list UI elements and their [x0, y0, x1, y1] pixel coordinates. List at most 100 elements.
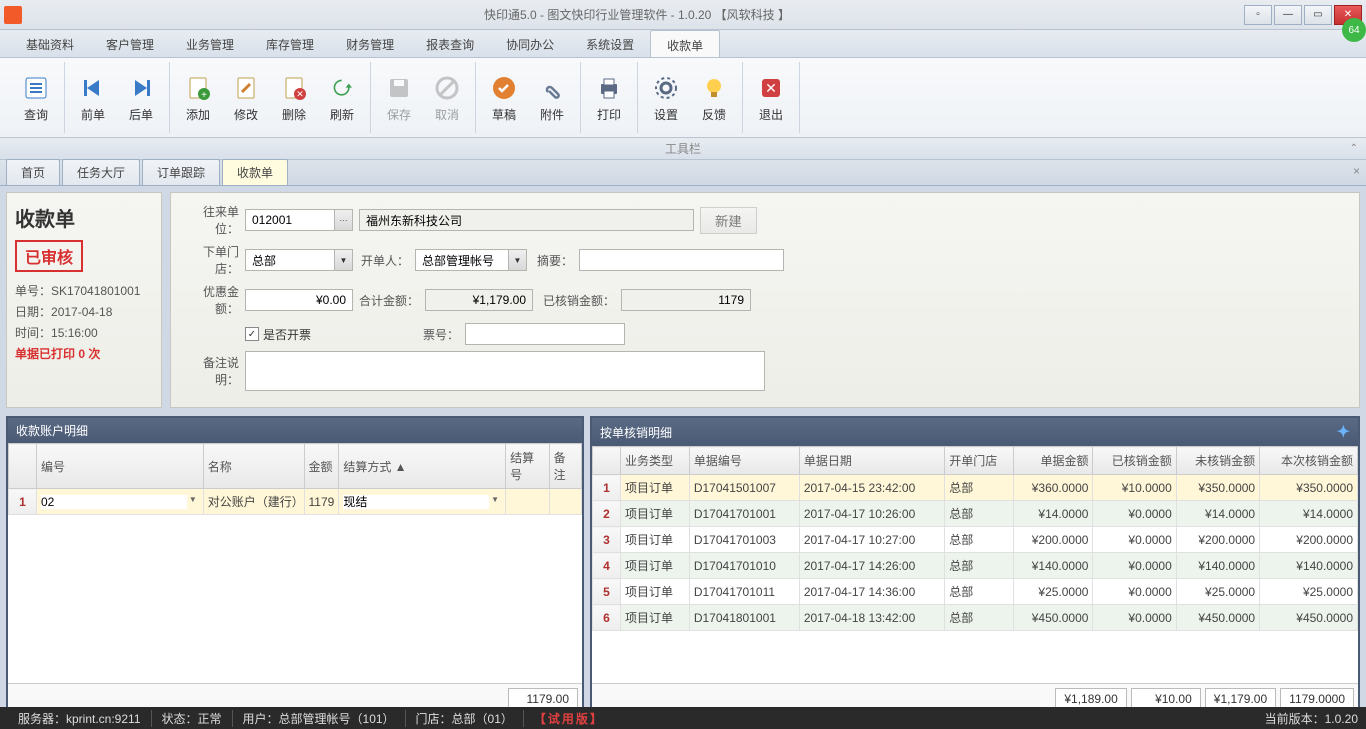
document-tabs: 首页任务大厅订单跟踪收款单 ×: [0, 160, 1366, 186]
store-select[interactable]: [245, 249, 335, 271]
total-label: 合计金额：: [359, 292, 419, 309]
verify-table[interactable]: 业务类型单据编号单据日期开单门店单据金额已核销金额未核销金额本次核销金额1项目订…: [592, 446, 1358, 631]
toolbar-附件-button[interactable]: 附件: [528, 62, 576, 133]
discount-input[interactable]: [245, 289, 353, 311]
add-row-icon[interactable]: ✦: [1337, 422, 1350, 442]
right-grid-title: 按单核销明细: [600, 424, 672, 441]
title-bar: 快印通5.0 - 图文快印行业管理软件 - 1.0.20 【风软科技 】 ▫ —…: [0, 0, 1366, 30]
invoice-no-input[interactable]: [465, 323, 625, 345]
summary-input[interactable]: [579, 249, 784, 271]
tab-收款单[interactable]: 收款单: [222, 159, 288, 185]
toolbar-草稿-button[interactable]: 草稿: [480, 62, 528, 133]
doc-meta-panel: 收款单 已审核 单号：SK17041801001 日期：2017-04-18 时…: [6, 192, 162, 408]
menu-业务管理[interactable]: 业务管理: [170, 30, 250, 57]
toolbar-退出-button[interactable]: ✕退出: [747, 62, 795, 133]
toolbar-后单-button[interactable]: 后单: [117, 62, 165, 133]
list-icon: [20, 72, 52, 104]
partner-code-input[interactable]: [245, 209, 335, 231]
toolbar-刷新-button[interactable]: 刷新: [318, 62, 366, 133]
invoice-no-label: 票号：: [317, 326, 459, 343]
partner-lookup-button[interactable]: ···: [335, 209, 353, 231]
account-table[interactable]: 编号名称金额结算方式 ▲结算号备注1▼对公账户（建行）1179▼: [8, 443, 582, 515]
table-row[interactable]: 3项目订单D170417010032017-04-17 10:27:00总部¥2…: [593, 527, 1358, 553]
status-server: 服务器：kprint.cn:9211: [8, 710, 152, 727]
tab-订单跟踪[interactable]: 订单跟踪: [142, 159, 220, 185]
table-row[interactable]: 1项目订单D170415010072017-04-15 23:42:00总部¥3…: [593, 475, 1358, 501]
corner-badge: 64: [1342, 18, 1366, 42]
chevron-down-icon[interactable]: ▼: [489, 495, 501, 509]
toolbar-保存-button: 保存: [375, 62, 423, 133]
next-icon: [125, 72, 157, 104]
form-panel: 往来单位： ··· 新建 下单门店： ▼ 开单人： ▼ 摘要： 优惠金额： 合计…: [170, 192, 1360, 408]
total-input: [425, 289, 533, 311]
gear-icon: [650, 72, 682, 104]
clip-icon: [536, 72, 568, 104]
toolbar-前单-button[interactable]: 前单: [69, 62, 117, 133]
svg-text:+: +: [201, 90, 207, 101]
maker-dropdown-icon[interactable]: ▼: [509, 249, 527, 271]
toolbar-反馈-button[interactable]: 反馈: [690, 62, 738, 133]
save-icon: [383, 72, 415, 104]
invoice-checkbox[interactable]: ✓ 是否开票: [245, 326, 311, 343]
status-store: 门店：总部（01）: [406, 710, 524, 727]
toolbar-修改-button[interactable]: 修改: [222, 62, 270, 133]
draft-icon: [488, 72, 520, 104]
toolbar-查询-button[interactable]: 查询: [12, 62, 60, 133]
tab-任务大厅[interactable]: 任务大厅: [62, 159, 140, 185]
store-dropdown-icon[interactable]: ▼: [335, 249, 353, 271]
svg-text:✕: ✕: [765, 80, 777, 96]
menu-库存管理[interactable]: 库存管理: [250, 30, 330, 57]
menu-系统设置[interactable]: 系统设置: [570, 30, 650, 57]
tab-首页[interactable]: 首页: [6, 159, 60, 185]
table-row[interactable]: 4项目订单D170417010102017-04-17 14:26:00总部¥1…: [593, 553, 1358, 579]
toolbar-添加-button[interactable]: +添加: [174, 62, 222, 133]
toolbar-删除-button[interactable]: ✕删除: [270, 62, 318, 133]
meta-time: 时间：15:16:00: [15, 324, 153, 341]
remark-textarea[interactable]: [245, 351, 765, 391]
svg-text:✕: ✕: [296, 89, 304, 99]
prev-icon: [77, 72, 109, 104]
toolbar-打印-button[interactable]: 打印: [585, 62, 633, 133]
menu-收款单[interactable]: 收款单: [650, 30, 720, 57]
invoice-cb-label: 是否开票: [263, 326, 311, 343]
tab-close-icon[interactable]: ×: [1353, 164, 1360, 178]
new-partner-button[interactable]: 新建: [700, 207, 757, 234]
toolbar-设置-button[interactable]: 设置: [642, 62, 690, 133]
menu-基础资料[interactable]: 基础资料: [10, 30, 90, 57]
status-version: 当前版本：1.0.20: [1265, 710, 1358, 727]
ribbon-collapse-icon[interactable]: ⌃: [1350, 143, 1358, 154]
partner-name-input: [359, 209, 694, 231]
doc-plus-icon: +: [182, 72, 214, 104]
maker-select[interactable]: [415, 249, 509, 271]
audit-stamp: 已审核: [15, 240, 83, 272]
remark-label: 备注说明：: [183, 354, 239, 388]
main-menu-bar: 基础资料客户管理业务管理库存管理财务管理报表查询协同办公系统设置收款单: [0, 30, 1366, 58]
account-detail-grid: 收款账户明细 编号名称金额结算方式 ▲结算号备注1▼对公账户（建行）1179▼ …: [6, 416, 584, 716]
menu-协同办公[interactable]: 协同办公: [490, 30, 570, 57]
menu-报表查询[interactable]: 报表查询: [410, 30, 490, 57]
verified-input: [621, 289, 751, 311]
table-row[interactable]: 2项目订单D170417010012017-04-17 10:26:00总部¥1…: [593, 501, 1358, 527]
menu-财务管理[interactable]: 财务管理: [330, 30, 410, 57]
window-title: 快印通5.0 - 图文快印行业管理软件 - 1.0.20 【风软科技 】: [30, 6, 1244, 23]
chevron-down-icon[interactable]: ▼: [187, 495, 199, 509]
discount-label: 优惠金额：: [183, 283, 239, 317]
status-trial: 【试用版】: [524, 710, 614, 727]
check-icon: ✓: [245, 327, 259, 341]
summary-label: 摘要：: [533, 252, 573, 269]
cancel-icon: [431, 72, 463, 104]
window-maximize-button[interactable]: ▭: [1304, 5, 1332, 25]
menu-客户管理[interactable]: 客户管理: [90, 30, 170, 57]
doc-edit-icon: [230, 72, 262, 104]
doc-del-icon: ✕: [278, 72, 310, 104]
table-row[interactable]: 5项目订单D170417010112017-04-17 14:36:00总部¥2…: [593, 579, 1358, 605]
ribbon-toolbar: 查询前单后单+添加修改✕删除刷新保存取消草稿附件打印设置反馈✕退出: [0, 58, 1366, 138]
verify-detail-grid: 按单核销明细 ✦ 业务类型单据编号单据日期开单门店单据金额已核销金额未核销金额本…: [590, 416, 1360, 716]
store-label: 下单门店：: [183, 243, 239, 277]
bulb-icon: [698, 72, 730, 104]
table-row[interactable]: 6项目订单D170418010012017-04-18 13:42:00总部¥4…: [593, 605, 1358, 631]
window-restore-small-button[interactable]: ▫: [1244, 5, 1272, 25]
window-minimize-button[interactable]: —: [1274, 5, 1302, 25]
exit-icon: ✕: [755, 72, 787, 104]
meta-bill-no: 单号：SK17041801001: [15, 282, 153, 299]
